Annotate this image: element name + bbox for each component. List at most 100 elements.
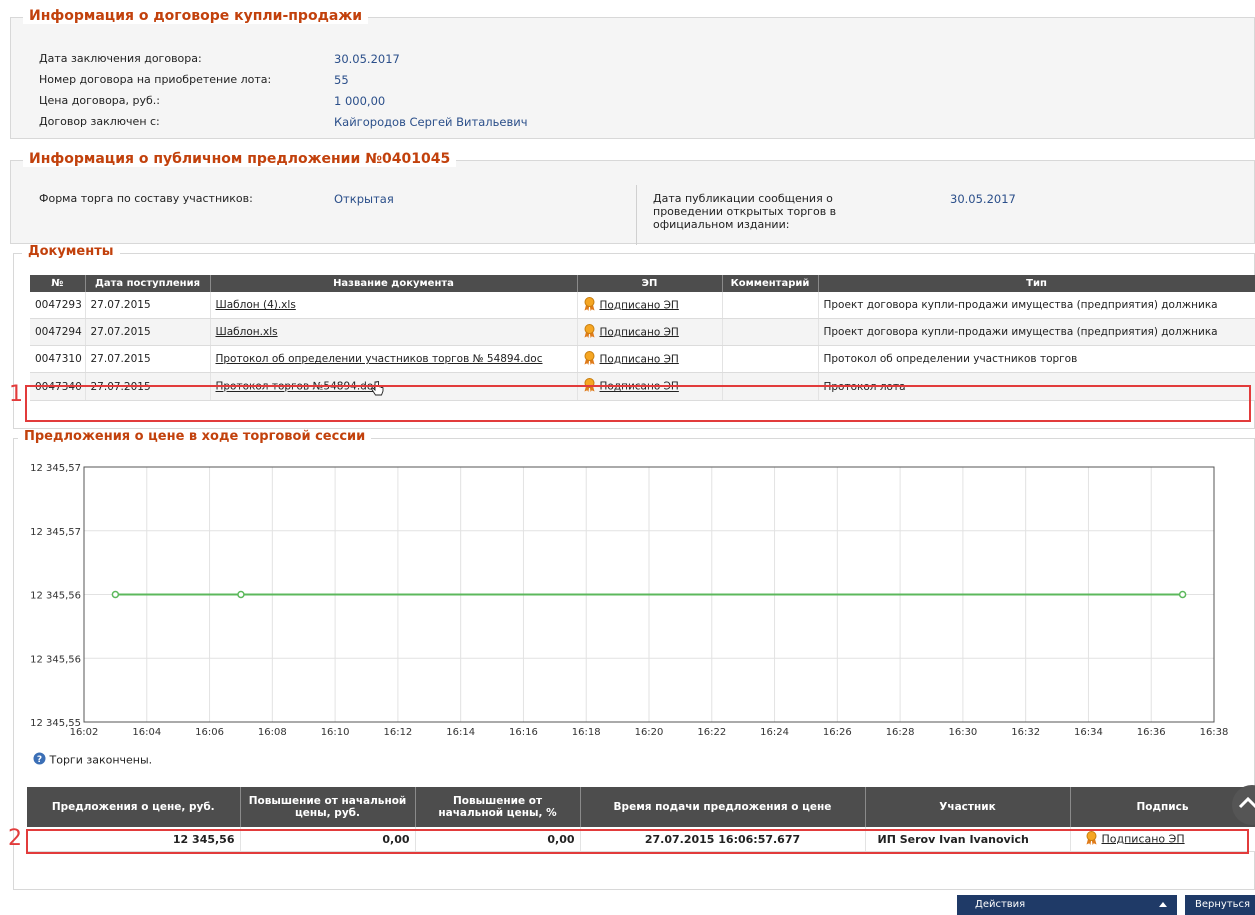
documents-header-row: № Дата поступления Название документа ЭП… [30, 275, 1255, 292]
contract-party-value: Кайгородов Сергей Витальевич [334, 115, 528, 129]
y-tick-label: 12 345,57 [30, 463, 81, 474]
contract-number-label: Номер договора на приобретение лота: [39, 73, 272, 86]
bid-participant: ИП Serov Ivan Ivanovich [865, 827, 1071, 852]
doc-comment [722, 372, 819, 401]
bids-header-price[interactable]: Предложения о цене, руб. [27, 787, 241, 827]
doc-sig-cell: Подписано ЭП [577, 318, 723, 346]
x-tick-label: 16:28 [886, 727, 915, 738]
doc-type: Протокол об определении участников торго… [818, 345, 1255, 373]
offer-pub-label-2: проведении открытых торгов в [653, 205, 837, 218]
doc-type: Проект договора купли-продажи имущества … [818, 318, 1255, 346]
y-tick-label: 12 345,56 [30, 654, 81, 665]
data-point [237, 590, 245, 599]
status-row: ? Торги закончены. [33, 752, 152, 768]
contract-price-value: 1 000,00 [334, 94, 386, 108]
x-tick-label: 16:04 [132, 727, 161, 738]
offer-pub-value: 30.05.2017 [950, 192, 1016, 206]
signature-link[interactable]: Подписано ЭП [600, 381, 679, 393]
x-tick-label: 16:10 [321, 727, 350, 738]
y-tick-label: 12 345,57 [30, 527, 81, 538]
x-tick-label: 16:36 [1137, 727, 1166, 738]
signature-link[interactable]: Подписано ЭП [600, 299, 679, 311]
help-icon[interactable]: ? [33, 752, 46, 768]
session-status: Торги закончены. [49, 753, 153, 767]
col-header-name[interactable]: Название документа [210, 275, 578, 292]
x-tick-label: 16:34 [1074, 727, 1103, 738]
contract-number-value: 55 [334, 73, 349, 87]
doc-type: Проект договора купли-продажи имущества … [818, 292, 1255, 319]
x-tick-label: 16:16 [509, 727, 538, 738]
chevron-up-icon [1238, 796, 1255, 809]
col-header-type[interactable]: Тип [818, 275, 1255, 292]
doc-date: 27.07.2015 [85, 318, 211, 346]
doc-date: 27.07.2015 [85, 345, 211, 373]
x-tick-label: 16:24 [760, 727, 789, 738]
y-tick-labels: 12 345,5712 345,5712 345,5612 345,5612 3… [30, 463, 81, 729]
medal-icon [583, 350, 596, 368]
col-header-num[interactable]: № [30, 275, 86, 292]
contract-party-label: Договор заключен с: [39, 115, 160, 128]
table-row: 0047293 27.07.2015 Шаблон (4).xls Подпис… [30, 292, 1255, 319]
x-tick-label: 16:22 [697, 727, 726, 738]
bid-sig-cell: Подписано ЭП [1070, 827, 1255, 852]
hand-cursor-icon [371, 380, 385, 400]
signature-link[interactable]: Подписано ЭП [600, 353, 679, 365]
bids-header-signature[interactable]: Подпись [1070, 787, 1255, 827]
col-header-date[interactable]: Дата поступления [85, 275, 211, 292]
offer-fieldset: Информация о публичном предложении №0401… [10, 151, 1255, 245]
x-tick-label: 16:02 [70, 727, 99, 738]
x-tick-label: 16:14 [446, 727, 475, 738]
table-row: 0047340 27.07.2015 Протокол торгов №5489… [30, 372, 1255, 401]
actions-label: Действия [975, 899, 1026, 910]
x-tick-label: 16:12 [383, 727, 412, 738]
bid-raise-pct: 0,00 [415, 827, 581, 852]
documents-title: Документы [22, 244, 120, 259]
x-tick-label: 16:32 [1011, 727, 1040, 738]
bids-table: Предложения о цене, руб. Повышение от на… [27, 787, 1255, 852]
doc-link[interactable]: Шаблон.xls [216, 326, 278, 338]
doc-link[interactable]: Шаблон (4).xls [216, 299, 296, 311]
price-chart: 12 345,5712 345,5712 345,5612 345,5612 3… [30, 463, 1229, 738]
x-tick-label: 16:18 [572, 727, 601, 738]
doc-link[interactable]: Протокол об определении участников торго… [216, 353, 543, 365]
data-point [111, 590, 120, 599]
contract-price-label: Цена договора, руб.: [39, 94, 160, 107]
medal-icon [583, 323, 596, 341]
doc-name-cell: Протокол торгов №54894.doc [210, 372, 578, 401]
bids-header-time[interactable]: Время подачи предложения о цене [580, 787, 866, 827]
col-header-comment[interactable]: Комментарий [722, 275, 819, 292]
offer-form-value: Открытая [334, 192, 394, 206]
doc-num: 0047340 [30, 372, 86, 401]
bids-header-raise-rub[interactable]: Повышение от начальной цены, руб. [240, 787, 416, 827]
doc-comment [722, 318, 819, 346]
x-tick-label: 16:26 [823, 727, 852, 738]
medal-icon [583, 296, 596, 314]
offer-divider [636, 185, 637, 245]
documents-table: № Дата поступления Название документа ЭП… [30, 275, 1255, 401]
doc-comment [722, 292, 819, 319]
bids-header-participant[interactable]: Участник [865, 787, 1071, 827]
caret-up-icon [1159, 902, 1167, 907]
col-header-sig[interactable]: ЭП [577, 275, 723, 292]
x-tick-label: 16:08 [258, 727, 287, 738]
doc-comment [722, 345, 819, 373]
annotation-number-1: 1 [9, 382, 23, 407]
table-row: 0047310 27.07.2015 Протокол об определен… [30, 345, 1255, 373]
actions-dropdown-button[interactable]: Действия [957, 895, 1177, 915]
back-button[interactable]: Вернуться [1185, 895, 1255, 915]
offer-title: Информация о публичном предложении №0401… [23, 151, 457, 167]
x-tick-labels: 16:02 16:04 16:06 16:08 16:10 16:12 16:14 16:16… [70, 727, 1229, 738]
contract-date-value: 30.05.2017 [334, 52, 400, 66]
signature-link[interactable]: Подписано ЭП [600, 326, 679, 338]
doc-name-cell: Шаблон.xls [210, 318, 578, 346]
doc-name-cell: Шаблон (4).xls [210, 292, 578, 319]
doc-link[interactable]: Протокол торгов №54894.doc [216, 381, 380, 393]
medal-icon [1085, 830, 1098, 848]
signature-link[interactable]: Подписано ЭП [1102, 832, 1185, 845]
x-tick-label: 16:30 [948, 727, 977, 738]
back-label: Вернуться [1195, 899, 1251, 910]
bids-header-raise-pct[interactable]: Повышение от начальной цены, % [415, 787, 581, 827]
doc-num: 0047310 [30, 345, 86, 373]
bid-raise-rub: 0,00 [240, 827, 416, 852]
doc-sig-cell: Подписано ЭП [577, 372, 723, 401]
